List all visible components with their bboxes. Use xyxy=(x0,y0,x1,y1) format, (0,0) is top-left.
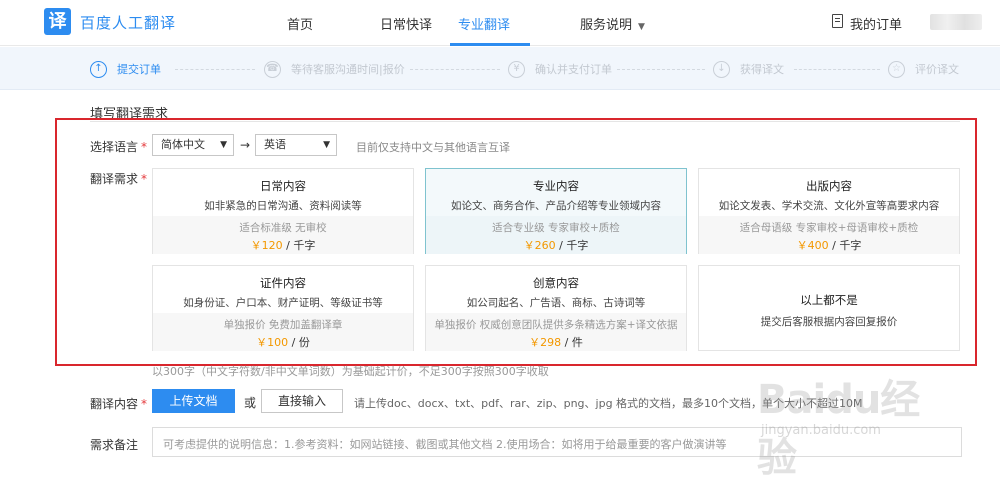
baidu-jingyan-watermark: Baidu经验 jingyan.baidu.com xyxy=(757,367,947,481)
highlight-annotation-box xyxy=(55,118,977,366)
step-label: 获得译文 xyxy=(740,63,784,76)
yen-icon: ¥ xyxy=(508,60,525,78)
headset-icon: ☎ xyxy=(264,60,281,78)
content-label: 翻译内容 * xyxy=(90,395,147,412)
star-icon: ☆ xyxy=(888,60,905,78)
step-divider xyxy=(175,69,255,70)
nav-professional-translate[interactable]: 专业翻译 xyxy=(458,14,510,33)
active-nav-indicator xyxy=(450,43,530,46)
required-mark: * xyxy=(141,397,148,411)
order-steps: ↑ 提交订单 ☎ 等待客服沟通时间|报价 ¥ 确认并支付订单 ↓ 获得译文 ☆ … xyxy=(0,47,1000,90)
nav-daily-translate[interactable]: 日常快译 xyxy=(380,14,432,33)
step-divider xyxy=(617,69,705,70)
download-icon: ↓ xyxy=(713,60,730,78)
logo-icon[interactable]: 译 xyxy=(44,8,71,35)
step-rate-translation: ☆ 评价译文 xyxy=(888,60,959,78)
watermark-url: jingyan.baidu.com xyxy=(761,423,881,438)
logo-text[interactable]: 百度人工翻译 xyxy=(80,12,176,33)
step-divider xyxy=(794,69,880,70)
step-receive-translation: ↓ 获得译文 xyxy=(713,60,784,78)
my-orders-link[interactable]: 我的订单 xyxy=(850,14,902,33)
or-text: 或 xyxy=(244,396,257,410)
direct-input-button[interactable]: 直接输入 xyxy=(261,389,343,413)
step-label: 评价译文 xyxy=(915,63,959,76)
top-header: 译 百度人工翻译 首页 日常快译 专业翻译 服务说明 ▼ 我的订单 xyxy=(0,0,1000,46)
step-pay-order: ¥ 确认并支付订单 xyxy=(508,60,612,78)
content-label-text: 翻译内容 xyxy=(90,397,139,411)
nav-service-info-label: 服务说明 xyxy=(580,18,633,33)
step-submit-order: ↑ 提交订单 xyxy=(90,60,161,78)
upload-icon: ↑ xyxy=(90,60,107,78)
caret-down-icon: ▼ xyxy=(638,22,645,32)
step-divider xyxy=(410,69,500,70)
step-label: 等待客服沟通时间|报价 xyxy=(291,63,405,76)
user-account[interactable] xyxy=(930,14,982,30)
document-icon xyxy=(832,14,843,28)
nav-home[interactable]: 首页 xyxy=(287,14,313,33)
step-label: 提交订单 xyxy=(117,63,161,76)
upload-document-button[interactable]: 上传文档 xyxy=(152,389,235,413)
step-await-quote: ☎ 等待客服沟通时间|报价 xyxy=(264,60,405,78)
step-label: 确认并支付订单 xyxy=(535,63,612,76)
remarks-label: 需求备注 xyxy=(90,438,139,452)
nav-service-info[interactable]: 服务说明 ▼ xyxy=(580,14,645,33)
pricing-note: 以300字（中文字符数/非中文单词数）为基础起计价，不足300字按照300字收取 xyxy=(152,365,549,378)
